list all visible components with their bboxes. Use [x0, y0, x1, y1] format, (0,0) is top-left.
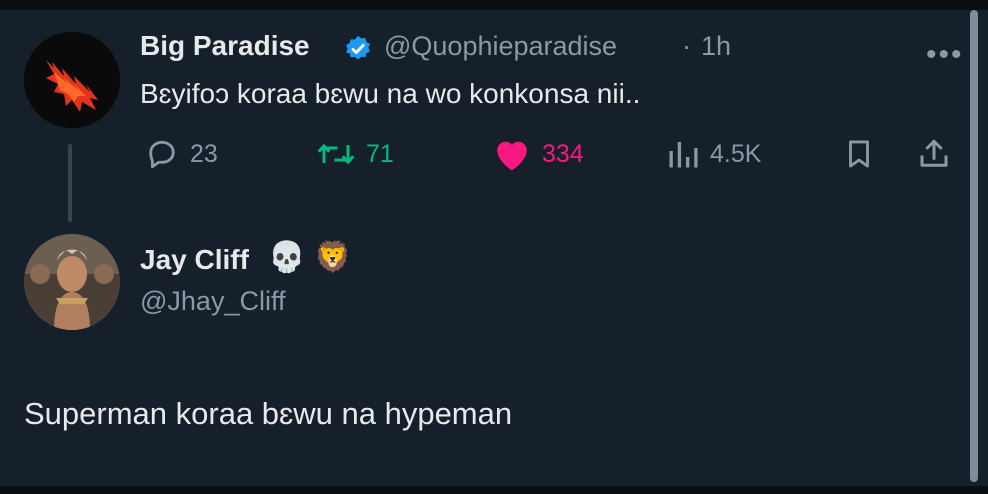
thread-connector-line — [68, 144, 72, 222]
skull-emoji-icon: 💀 — [268, 241, 306, 274]
like-count: 334 — [542, 139, 584, 168]
lion-emoji-icon: 🦁 — [314, 241, 352, 274]
retweet-icon — [317, 144, 355, 164]
author-name[interactable]: Big Paradise — [140, 30, 310, 62]
heart-filled-icon — [497, 141, 527, 171]
tweet-text: Bɛyifoɔ koraa bɛwu na wo konkonsa nii.. — [140, 78, 641, 109]
views-button[interactable]: 4.5K — [666, 132, 761, 176]
share-upload-icon — [920, 139, 948, 167]
verified-badge-icon — [346, 35, 370, 60]
reply-author-avatar[interactable] — [24, 234, 120, 330]
views-bar-chart-icon — [669, 142, 698, 168]
views-count: 4.5K — [710, 139, 762, 168]
handle-time-separator: · — [682, 31, 691, 61]
share-button[interactable] — [916, 132, 952, 176]
reply-button[interactable]: 23 — [144, 132, 218, 176]
bookmark-icon — [849, 140, 869, 168]
retweet-button[interactable]: 71 — [316, 132, 394, 176]
post-time[interactable]: 1h — [701, 31, 731, 62]
retweet-count: 71 — [366, 139, 394, 168]
scrollbar[interactable] — [970, 10, 978, 482]
reply-author-name[interactable]: Jay Cliff — [140, 244, 249, 276]
more-options-icon[interactable]: ••• — [926, 38, 964, 72]
reply-icon — [149, 140, 175, 169]
profile-photo-icon — [24, 234, 120, 330]
top-edge — [0, 0, 988, 10]
author-handle[interactable]: @Quophieparadise — [384, 31, 617, 62]
author-avatar[interactable] — [24, 32, 120, 128]
reply-text: Superman koraa bɛwu na hypeman — [24, 396, 513, 431]
reply-count: 23 — [190, 139, 218, 168]
bookmark-button[interactable] — [842, 132, 876, 176]
tweet-screenshot: Big Paradise @Quophieparadise · 1h ••• B… — [0, 0, 988, 494]
phoenix-logo-icon — [24, 32, 120, 128]
reply-author-handle[interactable]: @Jhay_Cliff — [140, 286, 285, 317]
like-button[interactable]: 334 — [492, 132, 584, 176]
bottom-edge — [0, 486, 988, 494]
